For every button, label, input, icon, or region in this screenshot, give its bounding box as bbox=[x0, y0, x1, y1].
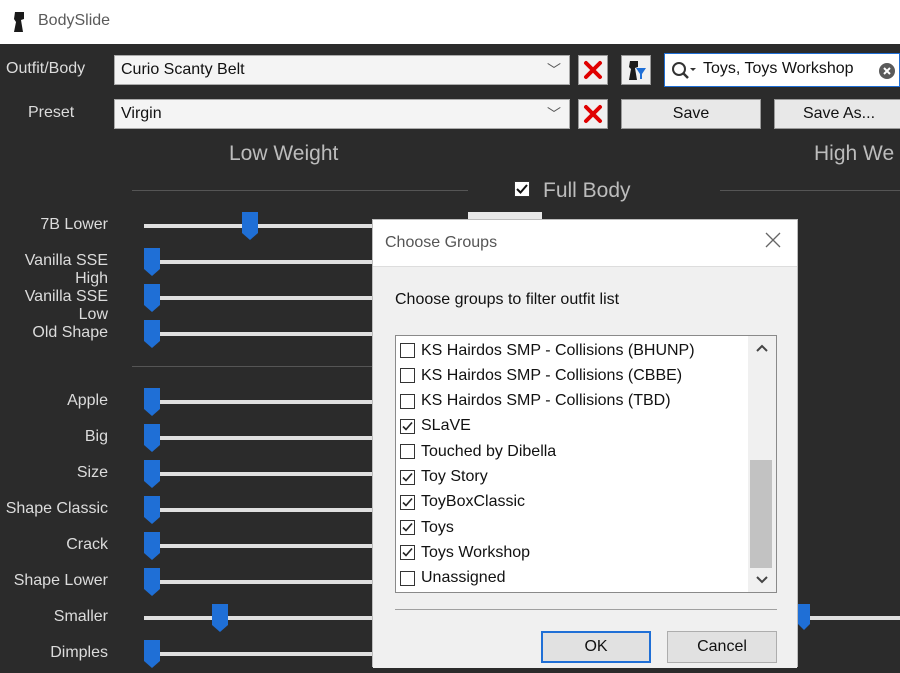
group-label: SLaVE bbox=[421, 417, 471, 435]
group-label: KS Hairdos SMP - Collisions (TBD) bbox=[421, 392, 671, 410]
group-checkbox[interactable] bbox=[400, 444, 415, 460]
group-label: KS Hairdos SMP - Collisions (CBBE) bbox=[421, 366, 683, 384]
slider-thumb[interactable] bbox=[144, 320, 160, 348]
group-checkbox[interactable] bbox=[400, 469, 415, 485]
group-label: Toys bbox=[421, 518, 454, 536]
check-icon bbox=[402, 548, 413, 558]
dialog-body: Choose groups to filter outfit list KS H… bbox=[373, 266, 797, 668]
group-checkbox[interactable] bbox=[400, 494, 415, 510]
group-list-item[interactable]: Touched by Dibella bbox=[400, 439, 556, 464]
slider-label: Size bbox=[76, 464, 108, 481]
cancel-button[interactable]: Cancel bbox=[667, 631, 777, 663]
group-list-item[interactable]: Toys Workshop bbox=[400, 540, 530, 565]
choose-groups-dialog: Choose Groups Choose groups to filter ou… bbox=[372, 219, 798, 668]
group-list-item[interactable]: KS Hairdos SMP - Collisions (CBBE) bbox=[400, 363, 682, 388]
group-checkbox[interactable] bbox=[400, 393, 415, 409]
group-label: ToyBoxClassic bbox=[421, 493, 526, 511]
group-label: KS Hairdos SMP - Collisions (BHUNP) bbox=[421, 341, 695, 359]
groups-scrollbar[interactable] bbox=[748, 336, 776, 592]
group-checkbox[interactable] bbox=[400, 418, 415, 434]
group-checkbox[interactable] bbox=[400, 570, 415, 586]
slider-thumb[interactable] bbox=[144, 424, 160, 452]
slider-label: Vanilla SSE Low bbox=[24, 288, 108, 323]
scroll-down-icon[interactable] bbox=[755, 575, 769, 585]
group-label: Touched by Dibella bbox=[421, 442, 557, 460]
group-checkbox[interactable] bbox=[400, 343, 415, 358]
group-label: Toy Story bbox=[421, 468, 488, 485]
group-list-item[interactable]: KS Hairdos SMP - Collisions (TBD) bbox=[400, 389, 671, 414]
close-icon[interactable] bbox=[763, 230, 783, 250]
dialog-title: Choose Groups bbox=[385, 234, 498, 251]
slider-thumb[interactable] bbox=[144, 248, 160, 276]
slider-label: 7B Lower bbox=[40, 216, 108, 233]
slider-label: Vanilla SSE High bbox=[24, 252, 108, 287]
ok-button[interactable]: OK bbox=[541, 631, 651, 663]
slider-label: Dimples bbox=[50, 644, 108, 661]
slider-thumb[interactable] bbox=[144, 532, 160, 560]
slider-label: Crack bbox=[66, 536, 108, 553]
slider-thumb[interactable] bbox=[144, 640, 160, 668]
slider-thumb[interactable] bbox=[211, 604, 228, 632]
slider-thumb[interactable] bbox=[144, 284, 160, 312]
check-icon bbox=[402, 421, 413, 431]
group-list-item[interactable]: Unassigned bbox=[400, 566, 506, 591]
group-list-item[interactable]: SLaVE bbox=[400, 414, 471, 439]
slider-thumb[interactable] bbox=[241, 212, 258, 240]
high-weight-slider-track[interactable] bbox=[798, 616, 900, 620]
group-label: Toys Workshop bbox=[421, 543, 531, 561]
check-icon bbox=[402, 472, 413, 482]
group-checkbox[interactable] bbox=[400, 520, 415, 536]
high-weight-slider-thumb[interactable] bbox=[798, 604, 810, 630]
slider-thumb[interactable] bbox=[144, 496, 160, 524]
slider-label: Big bbox=[84, 428, 108, 445]
slider-label: Smaller bbox=[53, 608, 108, 625]
scrollbar-thumb[interactable] bbox=[750, 460, 772, 568]
group-checkbox[interactable] bbox=[400, 545, 415, 561]
slider-thumb[interactable] bbox=[144, 568, 160, 596]
slider-label: Old Shape bbox=[32, 324, 108, 341]
group-list-item[interactable]: ToyBoxClassic bbox=[400, 490, 525, 515]
check-icon bbox=[402, 523, 413, 532]
group-list-item[interactable]: Toy Story bbox=[400, 465, 488, 490]
groups-list[interactable]: KS Hairdos SMP - Collisions (BHUNP) KS Ha… bbox=[395, 335, 777, 593]
dialog-prompt: Choose groups to filter outfit list bbox=[395, 291, 620, 308]
scroll-up-icon[interactable] bbox=[755, 343, 769, 353]
slider-label: Shape Lower bbox=[13, 572, 108, 589]
slider-thumb[interactable] bbox=[144, 460, 160, 488]
dialog-separator bbox=[395, 609, 777, 610]
group-checkbox[interactable] bbox=[400, 368, 415, 384]
slider-label: Shape Classic bbox=[5, 500, 108, 517]
groups-list-items: KS Hairdos SMP - Collisions (BHUNP) KS Ha… bbox=[396, 336, 748, 592]
slider-label: Apple bbox=[67, 392, 108, 409]
group-list-item[interactable]: Toys bbox=[400, 515, 454, 540]
slider-thumb[interactable] bbox=[144, 388, 160, 416]
check-icon bbox=[402, 497, 413, 507]
group-label: Unassigned bbox=[421, 569, 506, 587]
group-list-item[interactable]: KS Hairdos SMP - Collisions (BHUNP) bbox=[400, 338, 695, 363]
